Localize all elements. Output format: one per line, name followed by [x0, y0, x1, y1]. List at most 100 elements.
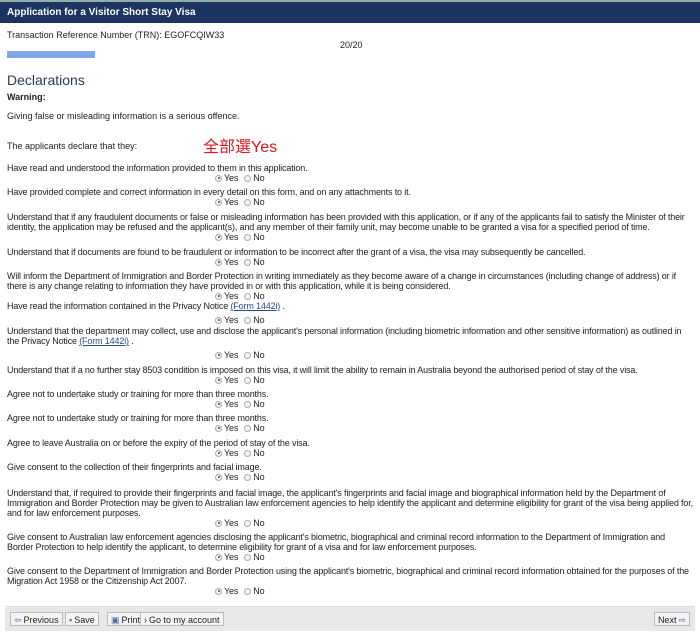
no-label: No [253, 586, 265, 596]
declaration-text: Understand that if a no further stay 850… [7, 365, 638, 375]
no-radio[interactable] [244, 292, 252, 300]
no-radio[interactable] [244, 316, 252, 324]
no-radio[interactable] [244, 449, 252, 457]
declaration-item: Will inform the Department of Immigratio… [7, 271, 693, 301]
yes-radio[interactable] [215, 233, 222, 241]
yes-radio[interactable] [215, 473, 222, 481]
next-button[interactable]: Next ⇨ [653, 612, 690, 626]
no-radio[interactable] [244, 400, 252, 408]
warning-text: Giving false or misleading information i… [7, 111, 240, 121]
next-label: Next [657, 615, 677, 625]
yes-no-radio-group: Yes No [215, 472, 693, 482]
declaration-item: Have read the information contained in t… [7, 301, 693, 325]
yes-label: Yes [224, 173, 239, 183]
app-title: Application for a Visitor Short Stay Vis… [7, 7, 196, 18]
yes-no-radio-group: Yes No [215, 518, 693, 528]
no-radio[interactable] [244, 174, 252, 182]
previous-icon: ⇦ [14, 615, 22, 625]
yes-label: Yes [224, 399, 239, 409]
no-radio[interactable] [244, 519, 252, 527]
yes-radio[interactable] [215, 519, 222, 527]
yes-no-radio-group: Yes No [215, 291, 693, 301]
yes-label: Yes [224, 197, 239, 207]
annotation-note: 全部選Yes [203, 139, 278, 156]
declaration-text: Agree not to undertake study or training… [7, 413, 269, 423]
no-radio[interactable] [244, 351, 252, 359]
privacy-notice-link[interactable]: (Form 1442i) [230, 301, 280, 311]
no-label: No [253, 448, 265, 458]
declaration-item: Understand that if any fraudulent docume… [7, 212, 693, 242]
no-radio[interactable] [244, 473, 252, 481]
declaration-text: Will inform the Department of Immigratio… [7, 271, 677, 291]
privacy-notice-link[interactable]: (Form 1442i) [79, 336, 129, 346]
declaration-suffix: . [128, 336, 134, 346]
declaration-text: Agree to leave Australia on or before th… [7, 438, 310, 448]
no-radio[interactable] [244, 587, 252, 595]
print-button[interactable]: ▣ Print [107, 612, 145, 626]
yes-radio[interactable] [215, 258, 222, 266]
no-radio[interactable] [244, 424, 252, 432]
no-label: No [253, 173, 265, 183]
declaration-text: Have read and understood the information… [7, 163, 308, 173]
yes-no-radio-group: Yes No [215, 173, 693, 183]
declaration-text: Give consent to the collection of their … [7, 462, 262, 472]
no-label: No [253, 257, 265, 267]
print-label: Print [121, 615, 141, 625]
yes-radio[interactable] [215, 424, 222, 432]
next-icon: ⇨ [678, 615, 686, 625]
yes-radio[interactable] [215, 449, 222, 457]
yes-radio[interactable] [215, 174, 222, 182]
no-label: No [253, 552, 265, 562]
yes-label: Yes [224, 518, 239, 528]
no-label: No [253, 472, 265, 482]
declaration-item: Give consent to Australian law enforceme… [7, 532, 693, 562]
declaration-item: Have provided complete and correct infor… [7, 187, 693, 207]
declaration-text: Understand that if any fraudulent docume… [7, 212, 685, 232]
yes-no-radio-group: Yes No [215, 375, 693, 385]
yes-radio[interactable] [215, 553, 222, 561]
previous-button[interactable]: ⇦ Previous [10, 612, 63, 626]
footer-toolbar: ⇦ Previous ▪ Save ▣ Print › Go to my account… [5, 606, 695, 631]
header-bar: Application for a Visitor Short Stay Vis… [0, 0, 700, 23]
yes-label: Yes [224, 448, 239, 458]
yes-radio[interactable] [215, 198, 222, 206]
save-label: Save [74, 615, 95, 625]
declaration-text: Understand that, if required to provide … [7, 488, 693, 518]
declaration-item: Agree not to undertake study or training… [7, 413, 693, 433]
yes-no-radio-group: Yes No [215, 232, 693, 242]
yes-radio[interactable] [215, 587, 222, 595]
declaration-item: Understand that the department may colle… [7, 326, 693, 360]
no-radio[interactable] [244, 553, 252, 561]
yes-no-radio-group: Yes No [215, 552, 693, 562]
yes-no-radio-group: Yes No [215, 399, 693, 409]
yes-label: Yes [224, 552, 239, 562]
print-icon: ▣ [111, 615, 120, 625]
no-radio[interactable] [244, 258, 252, 266]
yes-radio[interactable] [215, 351, 222, 359]
yes-radio[interactable] [215, 316, 222, 324]
declaration-item: Agree to leave Australia on or before th… [7, 438, 693, 458]
account-button[interactable]: › Go to my account [140, 612, 224, 626]
declaration-suffix: . [280, 301, 286, 311]
declaration-item: Understand that, if required to provide … [7, 488, 693, 528]
yes-label: Yes [224, 232, 239, 242]
no-label: No [253, 423, 265, 433]
trn-text: Transaction Reference Number (TRN): EGOF… [7, 30, 225, 40]
no-radio[interactable] [244, 376, 252, 384]
no-label: No [253, 232, 265, 242]
no-radio[interactable] [244, 198, 252, 206]
yes-radio[interactable] [215, 292, 222, 300]
save-button[interactable]: ▪ Save [65, 612, 99, 626]
yes-label: Yes [224, 315, 239, 325]
declaration-item: Give consent to the Department of Immigr… [7, 566, 693, 596]
no-radio[interactable] [244, 233, 252, 241]
page-title: Declarations [7, 72, 85, 88]
yes-radio[interactable] [215, 400, 222, 408]
yes-label: Yes [224, 257, 239, 267]
yes-label: Yes [224, 586, 239, 596]
declaration-item: Understand that if documents are found t… [7, 247, 693, 267]
yes-radio[interactable] [215, 376, 222, 384]
no-label: No [253, 197, 265, 207]
declaration-text: Agree not to undertake study or training… [7, 389, 269, 399]
yes-no-radio-group: Yes No [215, 448, 693, 458]
